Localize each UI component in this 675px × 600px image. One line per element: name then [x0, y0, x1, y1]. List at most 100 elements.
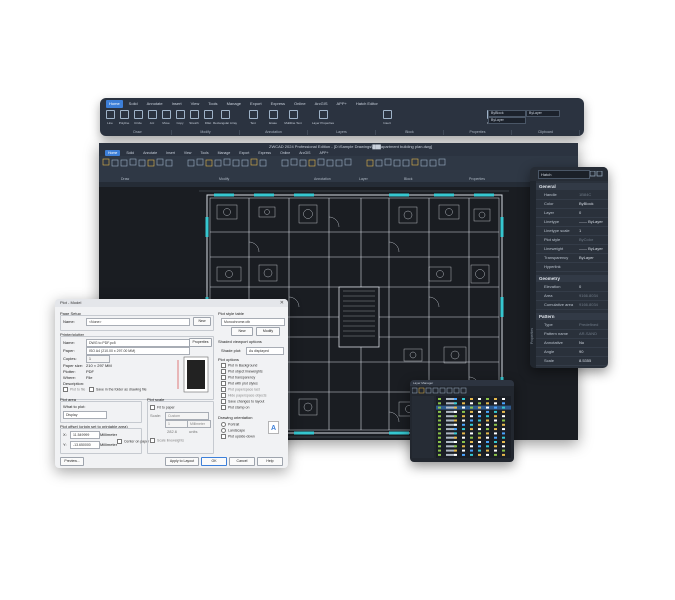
ribbon-tab-app-[interactable]: APP+: [334, 100, 350, 108]
ribbon-tab-online[interactable]: Online: [291, 100, 309, 108]
ribbon-tab-hatch-editor[interactable]: Hatch Editor: [353, 100, 381, 108]
property-row[interactable]: Elevation 0: [536, 283, 608, 292]
object-type-dropdown[interactable]: Hatch: [538, 170, 590, 179]
apply-to-layout-button[interactable]: Apply to Layout: [165, 457, 199, 466]
ribbon-tab-view[interactable]: View: [188, 100, 203, 108]
property-row[interactable]: Angle 90: [536, 348, 608, 357]
layer-cell: [470, 441, 473, 443]
tool-multiline-text[interactable]: Multiline Text: [284, 109, 302, 129]
center-on-paper-checkbox[interactable]: Center on paper: [117, 439, 149, 444]
tool-rectangular-array[interactable]: Rectangular Array: [213, 109, 238, 129]
upside-down-checkbox[interactable]: Plot upside-down: [221, 434, 255, 439]
plot-to-file-checkbox[interactable]: Plot to file: [63, 387, 85, 392]
page-setup-new-button[interactable]: New: [193, 317, 211, 326]
close-icon[interactable]: ✕: [280, 299, 284, 307]
layer-cell: [478, 428, 481, 431]
property-row[interactable]: Hyperlink: [536, 263, 608, 272]
layer-cell: [478, 441, 481, 443]
x-offset-input[interactable]: 11.549999: [70, 431, 100, 439]
ribbon-tab-express[interactable]: Express: [268, 100, 288, 108]
plot-option-checkbox[interactable]: Plot transparency: [221, 375, 255, 380]
layer-toolbar-icons[interactable]: [412, 387, 512, 395]
property-row[interactable]: Spacing 8.5355: [536, 366, 608, 368]
shade-plot-dropdown[interactable]: As displayed: [246, 347, 284, 355]
plot-option-checkbox[interactable]: Plot stamp on: [221, 405, 249, 410]
tool-copy[interactable]: Copy: [174, 109, 186, 129]
ribbon-tab-solid[interactable]: Solid: [126, 100, 141, 108]
lineweight-dropdown[interactable]: ByLayer: [526, 110, 560, 117]
plot-option-checkbox[interactable]: Plot paperspace last: [221, 387, 260, 392]
tool-icon: [133, 110, 143, 119]
plot-option-checkbox[interactable]: Plot with plot styles: [221, 381, 258, 386]
tool-line[interactable]: Line: [104, 109, 116, 129]
plot-option-checkbox[interactable]: Plot object lineweights: [221, 369, 263, 374]
tool-layer-properties[interactable]: Layer Properties: [312, 109, 334, 129]
tool-label: Rectangular Array: [213, 121, 238, 125]
property-row[interactable]: Type Predefined: [536, 321, 608, 330]
ribbon-tab-annotate[interactable]: Annotate: [144, 100, 166, 108]
property-row[interactable]: Color ByBlock: [536, 200, 608, 209]
plot-style-dropdown[interactable]: Monochrome.ctb: [221, 318, 285, 326]
copies-input[interactable]: 1: [86, 355, 110, 363]
ribbon-tab-tools[interactable]: Tools: [205, 100, 220, 108]
cancel-button[interactable]: Cancel: [229, 457, 255, 466]
plot-option-checkbox[interactable]: Plot in Background: [221, 363, 257, 368]
color-dropdown[interactable]: ByBlock: [488, 110, 526, 117]
tool-move[interactable]: Move: [160, 109, 172, 129]
ok-button[interactable]: OK: [201, 457, 227, 466]
property-row[interactable]: Area 9166.8034: [536, 292, 608, 301]
layer-filter-tree[interactable]: [412, 396, 434, 458]
plot-style-new-button[interactable]: New: [231, 327, 253, 336]
property-row[interactable]: Linetype —— ByLayer: [536, 218, 608, 227]
quick-select-icons[interactable]: [590, 171, 606, 177]
property-row[interactable]: Handle 1B84C: [536, 191, 608, 200]
scale-unit-dropdown[interactable]: Millimeter: [187, 420, 211, 428]
property-row[interactable]: Linetype scale 1: [536, 227, 608, 236]
tool-circle[interactable]: Circle: [132, 109, 144, 129]
tool-polyline[interactable]: Polyline: [118, 109, 130, 129]
ribbon-tab-manage[interactable]: Manage: [224, 100, 244, 108]
tool-fillet[interactable]: Fillet: [202, 109, 214, 129]
property-row[interactable]: Lineweight —— ByLayer: [536, 245, 608, 254]
tool-stretch[interactable]: Stretch: [188, 109, 200, 129]
plot-option-checkbox[interactable]: Hide paperspace objects: [221, 393, 267, 398]
property-row[interactable]: Cumulative area 9166.8034: [536, 301, 608, 310]
property-row[interactable]: Plot style ByColor: [536, 236, 608, 245]
scale-numerator-input[interactable]: 1: [165, 420, 189, 428]
ribbon-tab-arcgis[interactable]: ArcGIS: [312, 100, 331, 108]
scale-lineweights-checkbox[interactable]: Scale lineweights: [150, 438, 184, 443]
y-offset-input[interactable]: -13.650000: [70, 441, 100, 449]
paper-dropdown[interactable]: ISO A4 (210.00 x 297.00 MM): [86, 347, 190, 355]
tool-erase[interactable]: Erase: [264, 109, 282, 129]
tool-insert[interactable]: Insert: [376, 109, 398, 129]
layer-cell: [486, 406, 489, 409]
ribbon-tab-home[interactable]: Home: [106, 100, 123, 108]
save-in-folder-checkbox[interactable]: Save in the folder as drawing file: [89, 387, 147, 392]
page-setup-name-dropdown[interactable]: <None>: [86, 318, 190, 326]
portrait-radio[interactable]: Portrait: [221, 422, 239, 427]
property-row[interactable]: Layer 0: [536, 209, 608, 218]
preview-button[interactable]: Preview...: [60, 457, 84, 466]
landscape-radio[interactable]: Landscape: [221, 428, 245, 433]
help-button[interactable]: Help: [257, 457, 283, 466]
section-general[interactable]: General: [536, 183, 608, 190]
linetype-dropdown[interactable]: ByLayer: [488, 117, 526, 124]
what-to-plot-dropdown[interactable]: Display: [63, 411, 107, 419]
property-row[interactable]: Pattern name AR-SAND: [536, 330, 608, 339]
tool-arc[interactable]: Arc: [146, 109, 158, 129]
plot-option-checkbox[interactable]: Save changes to layout: [221, 399, 264, 404]
scale-dropdown[interactable]: Custom: [165, 412, 209, 420]
layer-list-grid[interactable]: [436, 396, 511, 458]
plot-style-modify-button[interactable]: Modify: [256, 327, 280, 336]
ribbon-tab-insert[interactable]: Insert: [169, 100, 185, 108]
ribbon-tab-export[interactable]: Export: [247, 100, 265, 108]
section-geometry[interactable]: Geometry: [536, 275, 608, 282]
section-pattern[interactable]: Pattern: [536, 313, 608, 320]
printer-properties-button[interactable]: Properties: [189, 338, 212, 347]
tool-text[interactable]: Text: [244, 109, 262, 129]
printer-name-dropdown[interactable]: DWG to PDF.pc5: [86, 339, 190, 347]
fit-to-paper-checkbox[interactable]: Fit to paper: [150, 405, 175, 410]
property-row[interactable]: Scale 8.5355: [536, 357, 608, 366]
property-row[interactable]: Transparency ByLayer: [536, 254, 608, 263]
property-row[interactable]: Annotative No: [536, 339, 608, 348]
